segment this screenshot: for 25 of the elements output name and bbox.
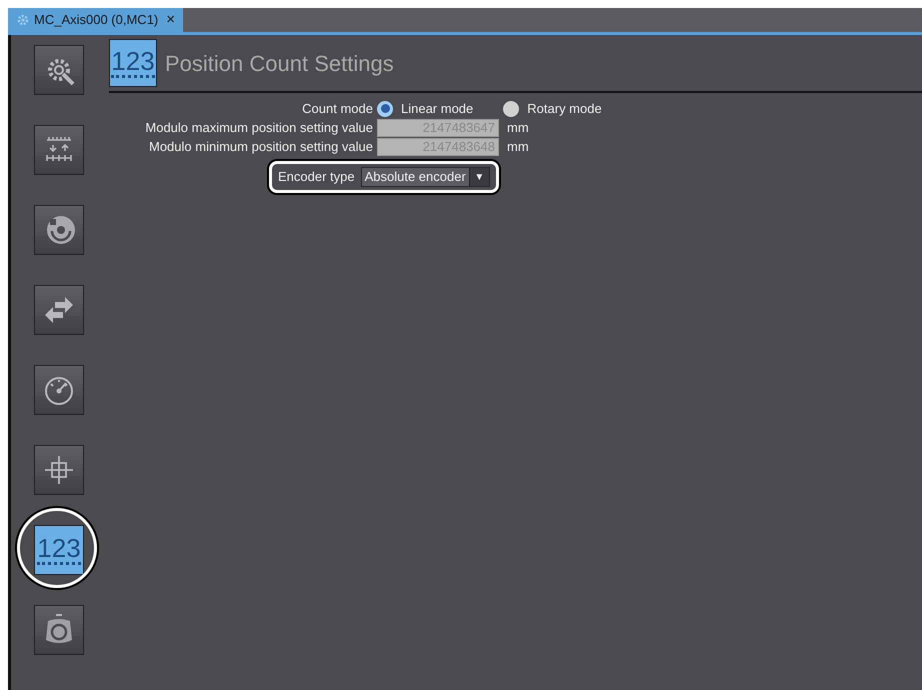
radio-option[interactable]: Linear mode — [377, 98, 474, 118]
field-label: Encoder type — [278, 168, 355, 186]
unit-label: mm — [507, 118, 529, 137]
close-icon[interactable]: × — [166, 8, 176, 32]
tab-title: MC_Axis000 (0,MC1) — [34, 11, 158, 30]
scale-sidebar-button[interactable] — [34, 125, 84, 175]
radio-button[interactable] — [503, 100, 520, 116]
gauge-sidebar-button[interactable] — [34, 365, 84, 415]
stopwatch-sidebar-button[interactable] — [34, 605, 84, 655]
gear-sidebar-button[interactable] — [34, 45, 84, 95]
radio-option[interactable]: Rotary mode — [503, 98, 602, 118]
crosshair-sidebar-button[interactable] — [34, 445, 84, 495]
page-title: Position Count Settings — [165, 50, 394, 78]
encoder-type-dropdown[interactable]: Absolute encoder ▼ — [360, 167, 490, 187]
count-sidebar-button[interactable]: 123 — [34, 525, 84, 575]
gear-icon — [16, 13, 30, 27]
document-tab[interactable]: MC_Axis000 (0,MC1) × — [8, 8, 184, 32]
rotate-sidebar-button[interactable] — [34, 205, 84, 255]
swap-sidebar-button[interactable] — [34, 285, 84, 335]
count-icon: 123 — [109, 39, 157, 87]
field-label: Modulo maximum position setting value — [144, 118, 374, 137]
field-label: Count mode — [301, 100, 374, 118]
unit-label: mm — [507, 138, 529, 156]
radio-button[interactable] — [377, 100, 393, 116]
field-label: Modulo minimum position setting value — [148, 138, 374, 156]
